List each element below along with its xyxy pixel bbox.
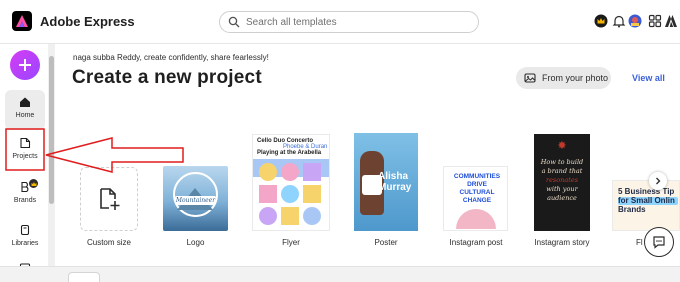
sidebar-item-label: Libraries [11, 240, 39, 247]
template-label: Flyer [282, 238, 300, 247]
search-icon [228, 16, 240, 28]
template-poster[interactable]: Alisha Murray [354, 133, 418, 231]
premium-crown-icon [29, 179, 38, 188]
template-label: Poster [374, 238, 398, 247]
sidebar-item-home[interactable]: Home [5, 90, 45, 130]
view-all-link[interactable]: View all [632, 73, 665, 83]
tips-preview-text: 5 Business Tip for Small Onlin Brands [618, 187, 675, 214]
flyer-preview-line3: Playing at the Arabella [257, 150, 322, 156]
home-icon [20, 97, 30, 107]
apps-grid-icon[interactable] [648, 14, 662, 28]
template-instagram-post[interactable]: COMMUNITIES DRIVE CULTURAL CHANGE [443, 166, 508, 231]
adobe-icon[interactable] [664, 14, 678, 28]
instagram-post-preview-text: COMMUNITIES DRIVE CULTURAL CHANGE [453, 173, 501, 204]
template-instagram-story[interactable]: ✸ How to build a brand that resonates wi… [534, 134, 590, 231]
from-your-photo-button[interactable]: From your photo [516, 67, 611, 89]
story-preview-text: How to build a brand that resonates with… [540, 158, 584, 202]
poster-preview-name: Alisha Murray [378, 171, 412, 193]
chat-icon [653, 236, 665, 249]
avatar[interactable] [628, 14, 642, 28]
from-your-photo-label: From your photo [542, 73, 609, 83]
new-file-plus-icon [100, 188, 120, 210]
template-flyer[interactable]: Cello Duo Concerto Phoebe & Duran Playin… [252, 134, 330, 231]
template-label: Custom size [86, 238, 131, 247]
bell-icon[interactable] [612, 14, 626, 28]
sidebar-item-label: Home [15, 112, 35, 119]
search-bar[interactable] [219, 11, 479, 33]
crown-icon[interactable] [594, 14, 608, 28]
bottom-taskbar [0, 266, 680, 282]
libraries-icon [20, 224, 30, 236]
plus-icon [19, 59, 31, 71]
logo-preview-text: Mountaineer [175, 196, 216, 205]
template-label: Instagram post [449, 238, 503, 247]
schedule-icon[interactable] [19, 258, 31, 272]
adobe-express-logo[interactable] [12, 11, 32, 31]
projects-icon [20, 137, 31, 149]
sidebar-item-label: Brands [13, 197, 37, 204]
greeting-text: naga subba Reddy, create confidently, sh… [73, 53, 269, 62]
chat-help-button[interactable] [644, 227, 674, 257]
hand-graphic [456, 209, 496, 229]
image-icon [524, 73, 536, 83]
page-title: Create a new project [72, 67, 262, 88]
create-button[interactable] [10, 50, 40, 80]
app-title: Adobe Express [40, 14, 135, 29]
template-label: Logo [186, 238, 205, 247]
template-label: Instagram story [534, 238, 590, 247]
adobe-express-icon [16, 15, 28, 27]
chevron-right-icon [656, 177, 661, 185]
search-input[interactable] [246, 16, 466, 28]
template-flyer-2[interactable]: 5 Business Tip for Small Onlin Brands [612, 180, 680, 231]
sidebar-item-libraries[interactable]: Libraries [5, 218, 45, 258]
template-custom-size[interactable] [80, 167, 138, 231]
sidebar-scrollbar-thumb[interactable] [49, 56, 54, 204]
sidebar-item-projects[interactable]: Projects [5, 131, 45, 171]
sidebar-item-brands[interactable]: Brands [5, 175, 45, 215]
star-icon: ✸ [557, 140, 567, 152]
carousel-next-button[interactable] [649, 172, 667, 190]
sidebar-item-label: Projects [12, 153, 38, 160]
bottom-tab[interactable] [68, 272, 100, 282]
top-bar: Adobe Express [0, 0, 680, 44]
template-logo[interactable]: Mountaineer [163, 166, 228, 231]
